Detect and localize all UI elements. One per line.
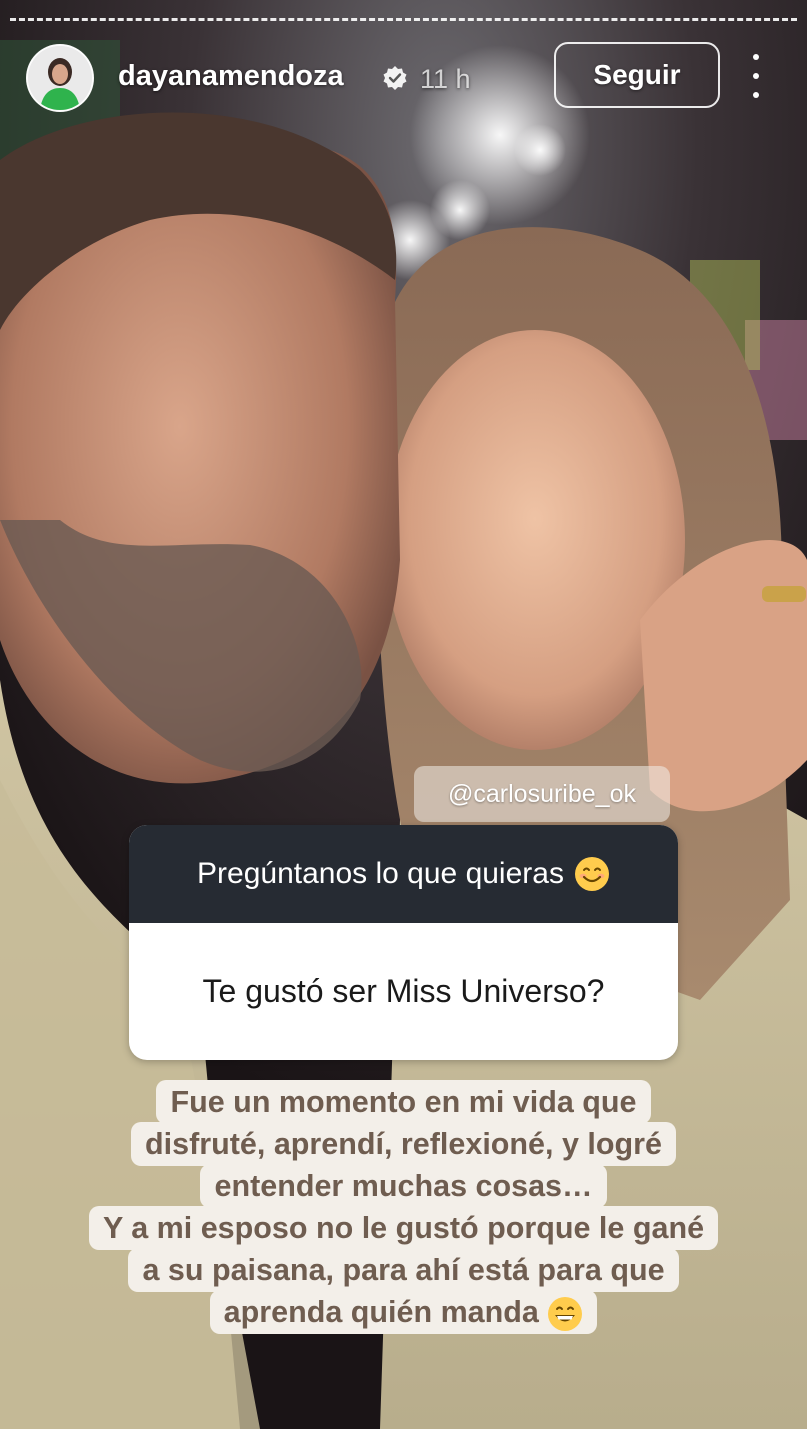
username[interactable]: dayanamendoza xyxy=(118,60,344,93)
answer-text-block: Fue un momento en mi vida que disfruté, … xyxy=(0,1080,807,1334)
question-text: Te gustó ser Miss Universo? xyxy=(202,973,605,1009)
answer-line: disfruté, aprendí, reflexioné, y logré xyxy=(131,1122,676,1166)
story-progress-bar xyxy=(10,18,797,25)
question-prompt-bar: Pregúntanos lo que quieras xyxy=(129,825,678,923)
question-prompt: Pregúntanos lo que quieras xyxy=(197,857,564,890)
answer-line-last: aprenda quién manda xyxy=(209,1290,598,1334)
question-sticker[interactable]: Pregúntanos lo que quieras Te gustó ser … xyxy=(129,825,678,1060)
grinning-face-icon xyxy=(548,1296,583,1331)
avatar[interactable] xyxy=(26,44,94,112)
avatar-image xyxy=(28,46,92,110)
answer-line-text: aprenda quién manda xyxy=(223,1295,539,1329)
story-viewer[interactable]: dayanamendoza 11 h Seguir @carlosuribe_o… xyxy=(0,0,807,1429)
verified-badge-icon xyxy=(383,66,407,90)
answer-line: Fue un momento en mi vida que xyxy=(156,1080,651,1124)
post-time: 11 h xyxy=(420,64,471,94)
mention-sticker[interactable]: @carlosuribe_ok xyxy=(414,766,670,822)
answer-line: entender muchas cosas… xyxy=(200,1164,607,1208)
more-vertical-icon[interactable] xyxy=(744,54,768,98)
answer-line: Y a mi esposo no le gustó porque le gané xyxy=(88,1206,719,1250)
smiling-face-icon xyxy=(574,857,609,891)
answer-line: a su paisana, para ahí está para que xyxy=(128,1248,679,1292)
follow-button[interactable]: Seguir xyxy=(554,42,720,108)
story-header: dayanamendoza 11 h Seguir xyxy=(22,40,787,116)
